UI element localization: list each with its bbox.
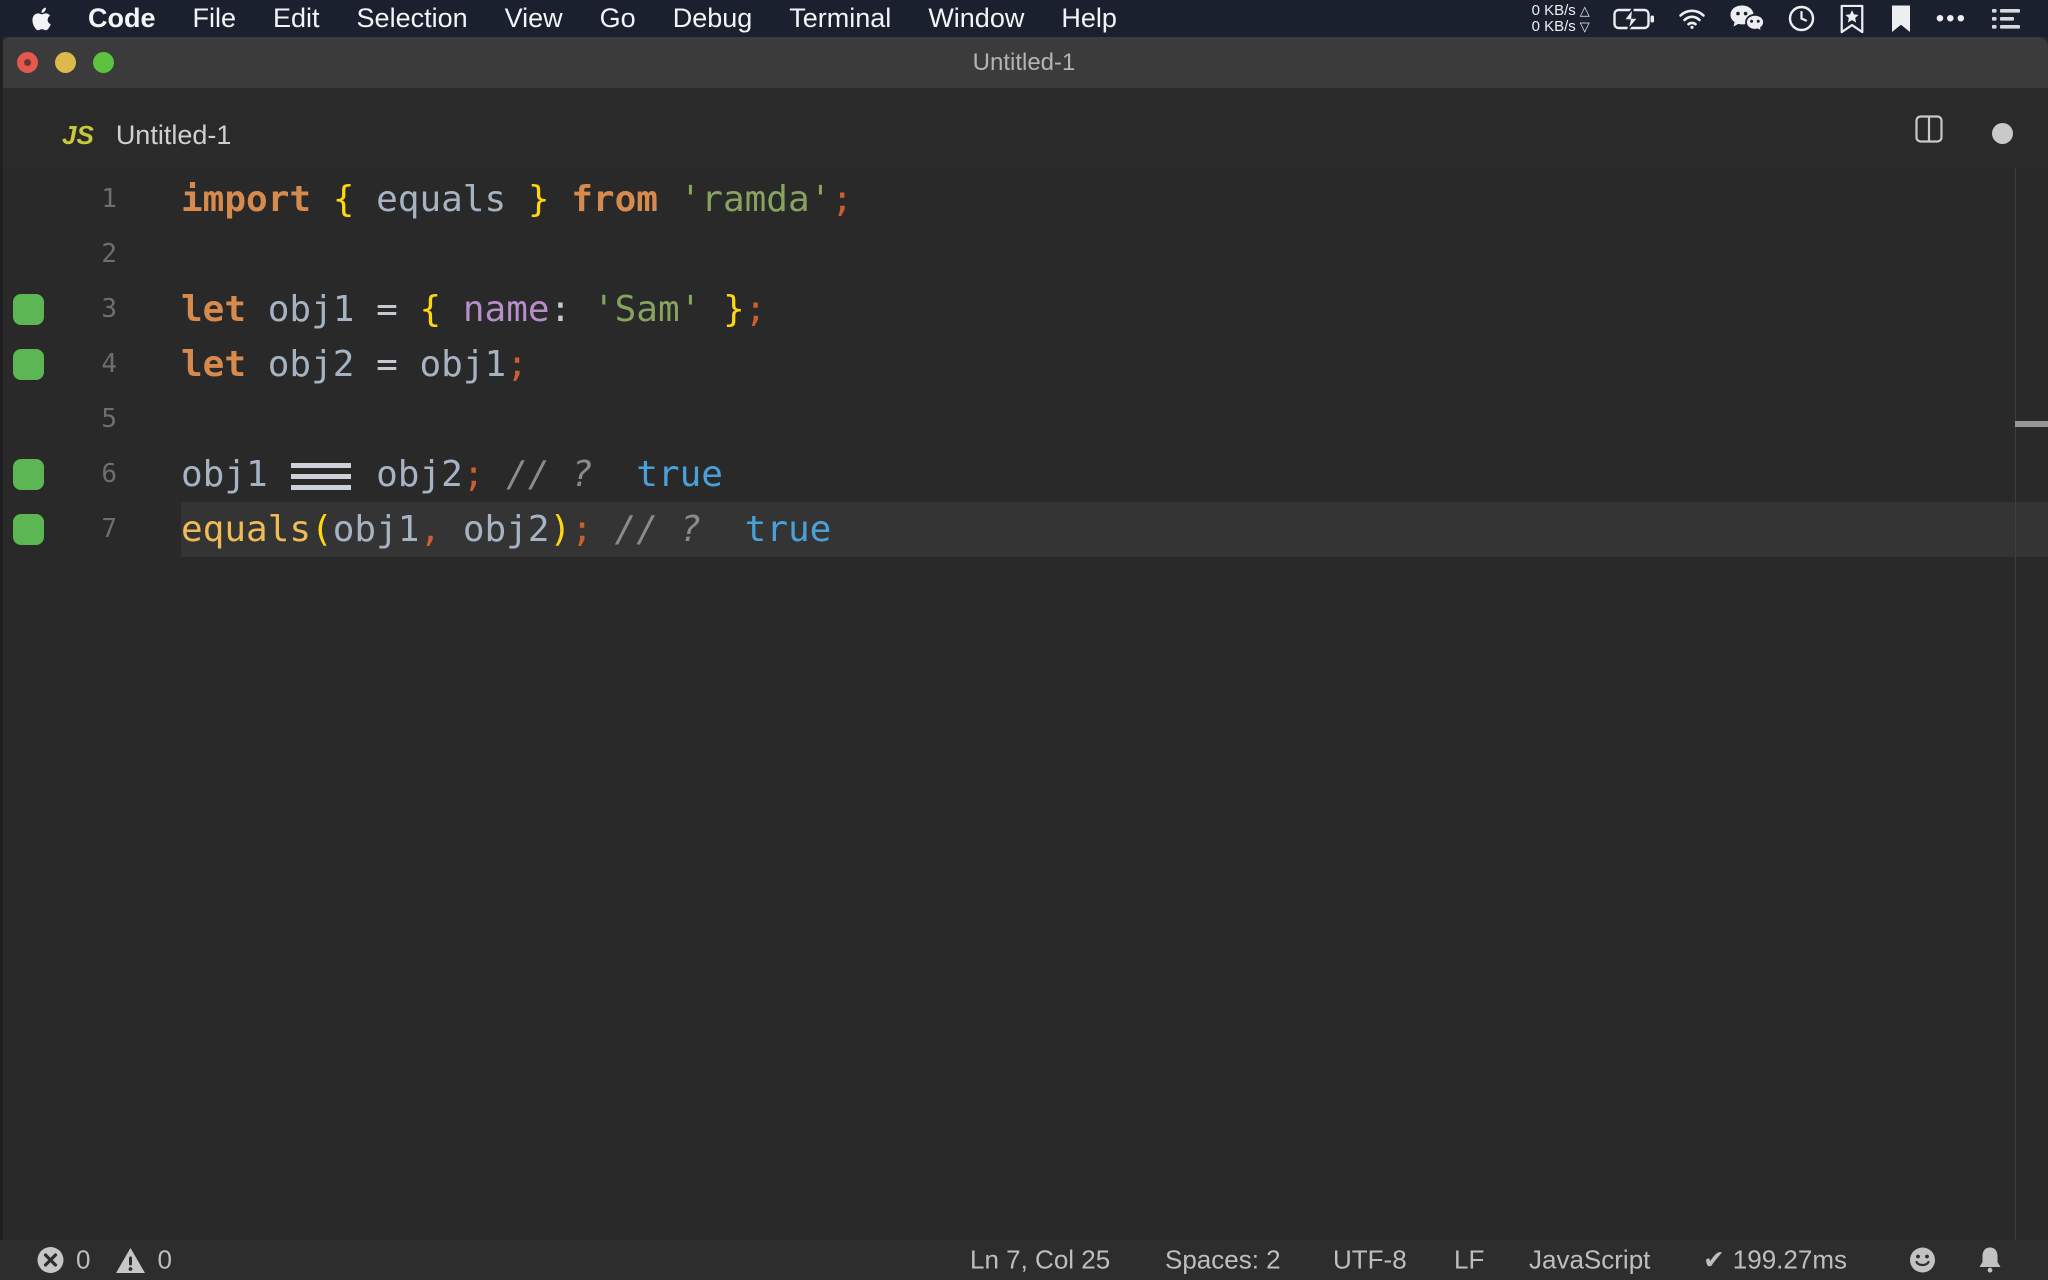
battery-charging-icon[interactable] [1613,6,1655,31]
warning-icon [115,1246,146,1274]
apple-logo-icon[interactable] [30,6,51,32]
code-text: let obj2 = obj1; [181,344,528,385]
menu-tray: 0 KB/s 0 KB/s △ ▽ ••• [1532,0,2022,37]
menu-item-terminal[interactable]: Terminal [789,3,891,34]
network-speed-indicator[interactable]: 0 KB/s 0 KB/s △ ▽ [1531,1,1590,35]
code-editor[interactable]: 1 import { equals } from 'ramda'; 2 3 let ob… [0,168,2048,1240]
overview-ruler-cursor-marker [2015,421,2048,427]
clock-icon[interactable] [1788,5,1815,32]
bookmark-star-icon[interactable] [1838,4,1866,34]
tab-untitled-1[interactable]: JS Untitled-1 [62,88,231,168]
window-title: Untitled-1 [972,49,1076,76]
eol-setting[interactable]: LF [1454,1245,1484,1276]
ribbon-flag-icon[interactable] [1889,4,1913,34]
indentation-setting[interactable]: Spaces: 2 [1165,1245,1281,1276]
code-text: import { equals } from 'ramda'; [181,179,854,220]
unsaved-changes-dot[interactable] [1992,123,2013,144]
code-line-2[interactable]: 2 [0,227,2048,282]
quokka-run-time[interactable]: ✔ 199.27ms [1703,1245,1847,1276]
code-line-3[interactable]: 3 let obj1 = { name: 'Sam' }; [0,282,2048,337]
menu-bar: Code File Edit Selection View Go Debug Terminal… [0,0,2048,37]
problems-indicator[interactable]: 0 0 [36,1245,172,1276]
code-text: let obj1 = { name: 'Sam' }; [181,289,767,330]
list-menu-icon[interactable] [1990,6,2022,32]
triple-equals-ligature [291,462,352,490]
line-number: 5 [101,404,117,434]
cursor-position[interactable]: Ln 7, Col 25 [970,1245,1110,1276]
warning-count: 0 [157,1244,172,1275]
wechat-icon[interactable] [1729,4,1765,34]
split-editor-button[interactable] [1915,115,1943,143]
window-title-bar: Untitled-1 [0,37,2048,88]
wifi-icon[interactable] [1678,8,1706,30]
line-number: 3 [101,294,117,324]
error-icon [36,1246,65,1275]
encoding-setting[interactable]: UTF-8 [1333,1245,1407,1276]
code-line-7[interactable]: 7 equals(obj1, obj2); // ? true [0,502,2048,557]
upload-speed: 0 KB/s [1531,1,1576,19]
editor-header: JS Untitled-1 [0,88,2048,168]
code-line-5[interactable]: 5 [0,392,2048,447]
code-text: equals(obj1, obj2); // ? true [181,509,832,550]
menu-item-debug[interactable]: Debug [673,3,753,34]
code-line-6[interactable]: 6 obj1 obj2; // ? true [0,447,2048,502]
tab-label: Untitled-1 [115,119,232,150]
status-bar: 0 0 Ln 7, Col 25 Spaces: 2 UTF-8 LF Java… [0,1240,2048,1280]
menu-item-help[interactable]: Help [1061,3,1117,34]
check-icon: ✔ [1703,1244,1725,1275]
notifications-bell-icon[interactable] [1977,1246,2003,1274]
line-number: 1 [101,184,117,214]
line-number: 6 [101,459,117,489]
menu-item-edit[interactable]: Edit [273,3,320,34]
menu-item-window[interactable]: Window [928,3,1024,34]
feedback-smiley-icon[interactable] [1908,1246,1937,1275]
run-time-value: 199.27ms [1732,1244,1847,1275]
window-left-edge [0,37,3,1280]
menu-item-code[interactable]: Code [88,3,156,34]
download-speed: 0 KB/s [1531,17,1576,35]
line-number: 7 [101,514,117,544]
javascript-file-icon: JS [62,119,94,150]
download-arrow-icon: ▽ [1579,18,1590,34]
upload-arrow-icon: △ [1579,2,1590,18]
error-count: 0 [76,1244,91,1275]
menu-item-go[interactable]: Go [600,3,636,34]
code-line-4[interactable]: 4 let obj2 = obj1; [0,337,2048,392]
language-mode[interactable]: JavaScript [1529,1245,1650,1276]
code-line-1[interactable]: 1 import { equals } from 'ramda'; [0,172,2048,227]
code-text: obj1 obj2; // ? true [181,454,723,495]
menu-item-view[interactable]: View [505,3,563,34]
menu-item-selection[interactable]: Selection [357,3,468,34]
line-number: 2 [101,239,117,269]
menu-item-file[interactable]: File [193,3,237,34]
ellipsis-icon[interactable]: ••• [1936,5,1967,33]
menu-items: Code File Edit Selection View Go Debug Terminal… [88,3,1117,34]
line-number: 4 [101,349,117,379]
overview-ruler-divider [2015,168,2016,1240]
